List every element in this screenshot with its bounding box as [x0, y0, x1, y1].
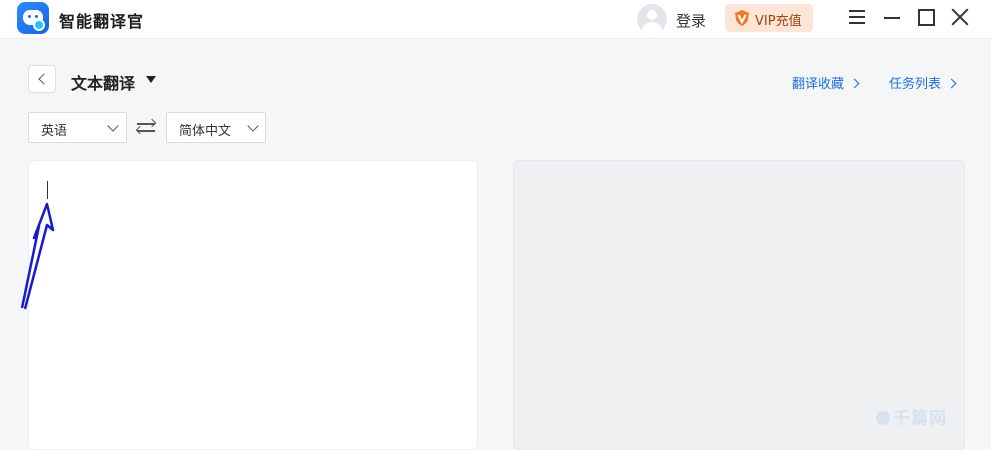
avatar[interactable]	[637, 4, 667, 34]
caret-down-icon[interactable]	[146, 76, 156, 83]
login-button[interactable]: 登录	[676, 10, 706, 31]
close-icon[interactable]	[951, 8, 969, 26]
source-language-select[interactable]: 英语	[28, 112, 127, 143]
minimize-icon[interactable]	[883, 8, 901, 26]
maximize-icon[interactable]	[917, 8, 935, 26]
watermark: 千篇网	[876, 404, 947, 429]
chevron-right-icon	[849, 78, 860, 89]
source-text-input[interactable]	[28, 160, 478, 450]
vip-label: VIP充值	[755, 14, 802, 29]
task-list-link[interactable]: 任务列表	[889, 73, 957, 92]
favorites-link-label: 翻译收藏	[792, 77, 845, 92]
vip-recharge-button[interactable]: VIP充值	[725, 4, 813, 32]
annotation-arrow-icon	[20, 202, 55, 310]
back-button[interactable]	[28, 65, 56, 93]
watermark-text: 千篇网	[893, 409, 947, 429]
hamburger-icon[interactable]	[848, 8, 866, 26]
favorites-link[interactable]: 翻译收藏	[792, 73, 860, 92]
target-language-value: 简体中文	[179, 124, 232, 139]
source-language-value: 英语	[41, 124, 68, 139]
chevron-down-icon	[107, 120, 119, 132]
app-title: 智能翻译官	[59, 12, 145, 31]
app-logo-icon	[17, 2, 49, 34]
chevron-right-icon	[946, 78, 957, 89]
watermark-logo-icon	[876, 411, 890, 425]
translation-mode-title[interactable]: 文本翻译	[71, 70, 135, 94]
swap-arrows-icon[interactable]	[135, 118, 157, 136]
target-language-select[interactable]: 简体中文	[166, 112, 266, 143]
title-bar: 智能翻译官 登录 VIP充值	[0, 0, 991, 39]
chevron-down-icon	[247, 120, 259, 132]
vip-shield-icon	[735, 10, 749, 26]
task-list-link-label: 任务列表	[889, 77, 942, 92]
